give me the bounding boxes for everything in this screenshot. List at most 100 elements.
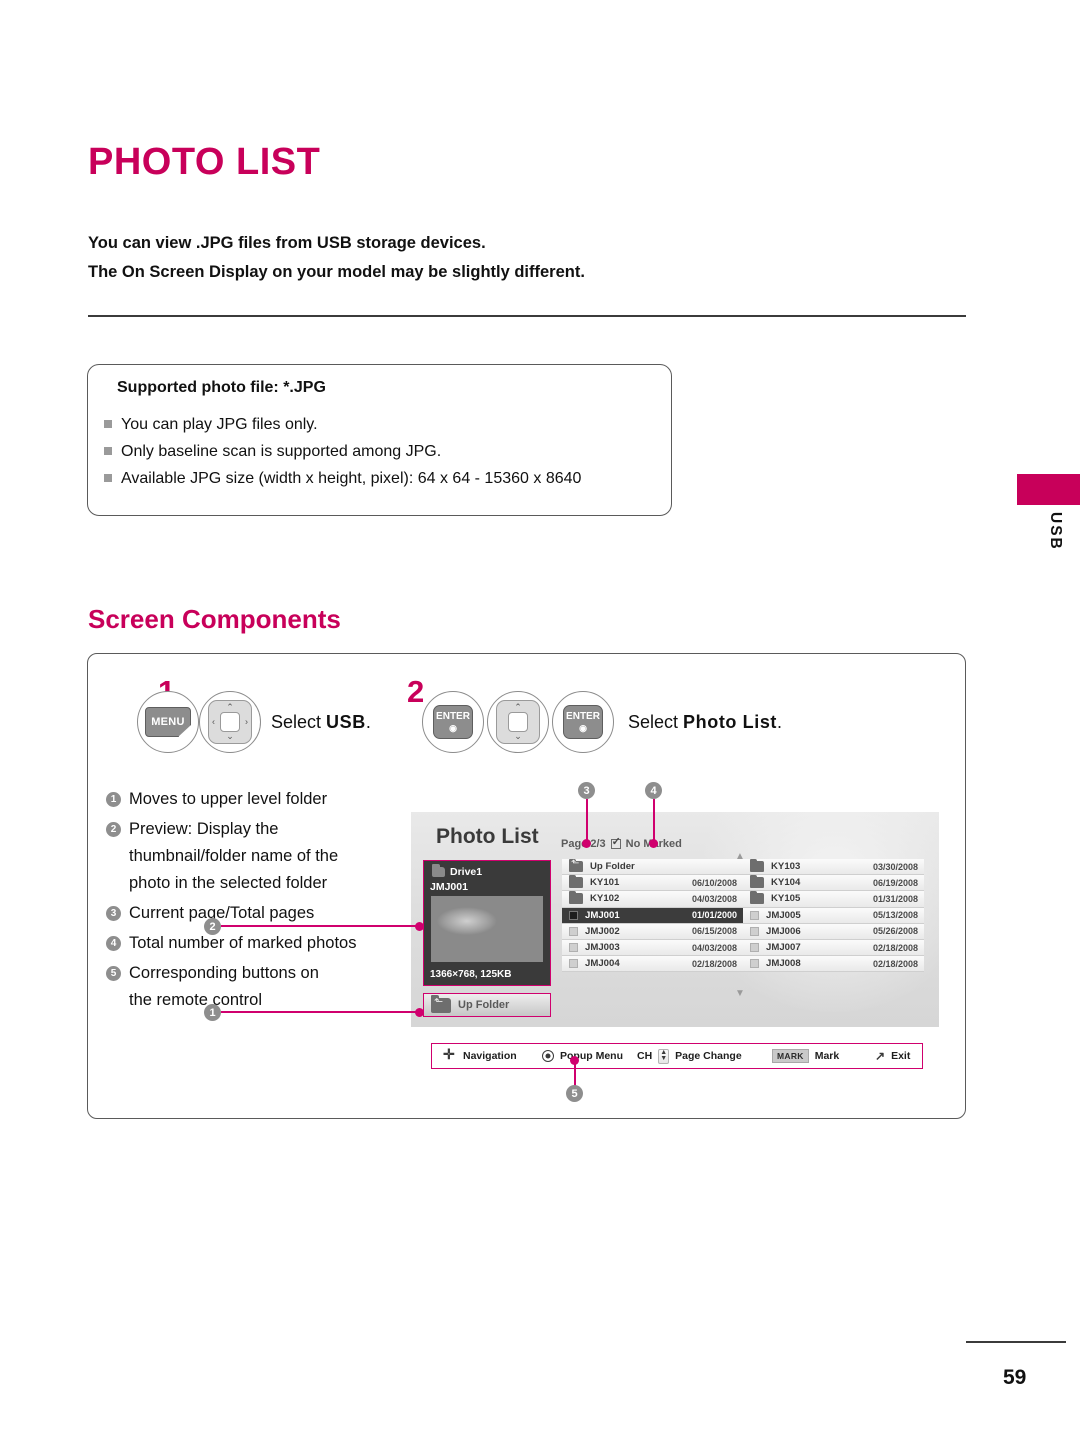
file-name: JMJ002 xyxy=(585,925,620,937)
table-row[interactable]: JMJ008 02/18/2008 xyxy=(743,956,924,973)
mark-checkbox-icon[interactable] xyxy=(569,926,578,936)
nav-pad-4way-icon: ⌃ ⌄ ‹ › xyxy=(208,700,252,744)
intro-line-1: You can view .JPG files from USB storage… xyxy=(88,234,486,252)
legend-list: 1 Moves to upper level folder 2 Preview:… xyxy=(106,786,406,1017)
table-row[interactable]: JMJ004 02/18/2008 xyxy=(562,956,743,973)
file-date: 06/10/2008 xyxy=(691,877,737,888)
hint-exit: ↗ Exit xyxy=(875,1049,910,1063)
enter-label: ENTER xyxy=(566,710,600,722)
list-item: 1 Moves to upper level folder xyxy=(106,786,406,813)
table-row[interactable]: KY105 01/31/2008 xyxy=(743,890,924,908)
step-1-target: USB xyxy=(326,712,366,732)
table-row[interactable]: JMJ003 04/03/2008 xyxy=(562,939,743,957)
folder-icon xyxy=(569,890,583,905)
supported-photo-file-box: Supported photo file: *.JPG You can play… xyxy=(87,364,672,516)
callout-line-3 xyxy=(586,799,588,843)
ch-updown-icon: ▲ ▼ xyxy=(658,1048,670,1064)
file-name: KY104 xyxy=(771,877,801,889)
list-item: Only baseline scan is supported among JP… xyxy=(104,438,581,465)
table-row[interactable]: JMJ006 05/26/2008 xyxy=(743,923,924,940)
file-name: JMJ003 xyxy=(585,942,620,954)
hint-page-change-label: Page Change xyxy=(675,1050,742,1062)
scroll-down-arrow-icon[interactable]: ▼ xyxy=(735,989,745,999)
table-row[interactable]: Up Folder xyxy=(562,858,743,876)
mark-checkbox-icon[interactable] xyxy=(750,910,759,920)
list-item: 3 Current page/Total pages xyxy=(106,900,406,927)
list-item-label: You can play JPG files only. xyxy=(121,416,318,433)
callout-line-1 xyxy=(221,1011,419,1013)
step-1-instruction: Select USB. xyxy=(271,712,371,733)
table-row[interactable]: KY102 04/03/2008 xyxy=(562,890,743,908)
marked-checkbox-icon xyxy=(610,835,621,849)
table-row-selected[interactable]: JMJ001 01/01/2000 xyxy=(562,907,743,924)
legend-marker-3: 3 xyxy=(106,906,121,921)
table-row[interactable]: KY103 03/30/2008 xyxy=(743,858,924,876)
legend-marker-4: 4 xyxy=(106,936,121,951)
up-folder-icon xyxy=(431,994,451,1013)
file-date: 02/18/2008 xyxy=(872,958,918,969)
step-2-number: 2 xyxy=(407,674,425,709)
table-row[interactable]: JMJ007 02/18/2008 xyxy=(743,939,924,957)
file-name: Up Folder xyxy=(590,861,635,873)
legend-label-5: Corresponding buttons on the remote cont… xyxy=(129,964,319,1009)
file-name: KY101 xyxy=(590,877,620,889)
hint-mark: MARK Mark xyxy=(772,1049,839,1063)
callout-dot-4 xyxy=(649,839,658,848)
file-name: KY105 xyxy=(771,893,801,905)
file-date: 04/03/2008 xyxy=(691,942,737,953)
list-item-label: Only baseline scan is supported among JP… xyxy=(121,443,442,460)
file-name: JMJ007 xyxy=(766,942,801,954)
preview-thumbnail-image xyxy=(431,896,543,962)
enter-circle-icon xyxy=(542,1050,554,1062)
footer-rule xyxy=(966,1341,1066,1343)
legend-label-3: Current page/Total pages xyxy=(129,904,315,922)
remote-key-enter-first[interactable]: ENTER ◉ xyxy=(422,691,484,753)
step-1-prefix: Select xyxy=(271,712,327,732)
hint-mark-label: Mark xyxy=(814,1050,840,1062)
table-row[interactable]: JMJ002 06/15/2008 xyxy=(562,923,743,940)
remote-key-menu[interactable]: MENU xyxy=(137,691,199,753)
mark-checkbox-icon[interactable] xyxy=(569,910,578,920)
step-2-suffix: . xyxy=(777,712,783,732)
callout-marker-2: 2 xyxy=(204,918,221,935)
hint-ch-prefix: CH xyxy=(637,1050,653,1062)
mark-checkbox-icon[interactable] xyxy=(569,959,578,969)
file-name: JMJ004 xyxy=(585,958,620,970)
callout-marker-4: 4 xyxy=(645,782,662,799)
remote-key-enter-second[interactable]: ENTER ◉ xyxy=(552,691,614,753)
up-folder-button[interactable]: Up Folder xyxy=(423,993,551,1017)
hint-navigation-label: Navigation xyxy=(463,1050,517,1062)
file-list: Up Folder KY101 06/10/2008 KY102 04/03/2… xyxy=(562,858,924,989)
enter-dot-icon: ◉ xyxy=(449,722,457,733)
tv-screen-title: Photo List xyxy=(436,825,539,848)
supported-box-title: Supported photo file: *.JPG xyxy=(117,379,326,396)
mark-checkbox-icon[interactable] xyxy=(569,943,578,953)
file-date: 01/01/2000 xyxy=(691,910,737,921)
mark-checkbox-icon[interactable] xyxy=(750,926,759,936)
list-item: Available JPG size (width x height, pixe… xyxy=(104,465,581,492)
preview-file-label: JMJ001 xyxy=(430,881,468,893)
square-bullet-icon xyxy=(104,420,112,428)
table-row[interactable]: KY104 06/19/2008 xyxy=(743,874,924,892)
horizontal-rule xyxy=(88,315,966,317)
mark-key-icon: MARK xyxy=(772,1049,809,1063)
mark-checkbox-icon[interactable] xyxy=(750,943,759,953)
legend-label-1: Moves to upper level folder xyxy=(129,790,328,808)
table-row[interactable]: JMJ005 05/13/2008 xyxy=(743,907,924,924)
callout-marker-1: 1 xyxy=(204,1004,221,1021)
list-item: You can play JPG files only. xyxy=(104,411,581,438)
file-name: JMJ008 xyxy=(766,958,801,970)
table-row[interactable]: KY101 06/10/2008 xyxy=(562,874,743,892)
chevron-down-icon: ⌄ xyxy=(226,731,234,741)
remote-key-navigation-4way[interactable]: ⌃ ⌄ ‹ › xyxy=(199,691,261,753)
chevron-left-icon: ‹ xyxy=(212,716,215,727)
section-heading: Screen Components xyxy=(88,604,341,634)
hint-page-change: CH ▲ ▼ Page Change xyxy=(637,1048,742,1064)
mark-checkbox-icon[interactable] xyxy=(750,959,759,969)
tv-remote-hint-bar: Navigation Popup Menu CH ▲▼ Page Change … xyxy=(431,1043,923,1069)
remote-key-navigation-updown[interactable]: ⌃ ⌄ xyxy=(487,691,549,753)
step-1-suffix: . xyxy=(365,712,371,732)
enter-key-face: ENTER ◉ xyxy=(563,705,603,739)
file-date: 02/18/2008 xyxy=(872,942,918,953)
file-date: 06/15/2008 xyxy=(691,926,737,937)
